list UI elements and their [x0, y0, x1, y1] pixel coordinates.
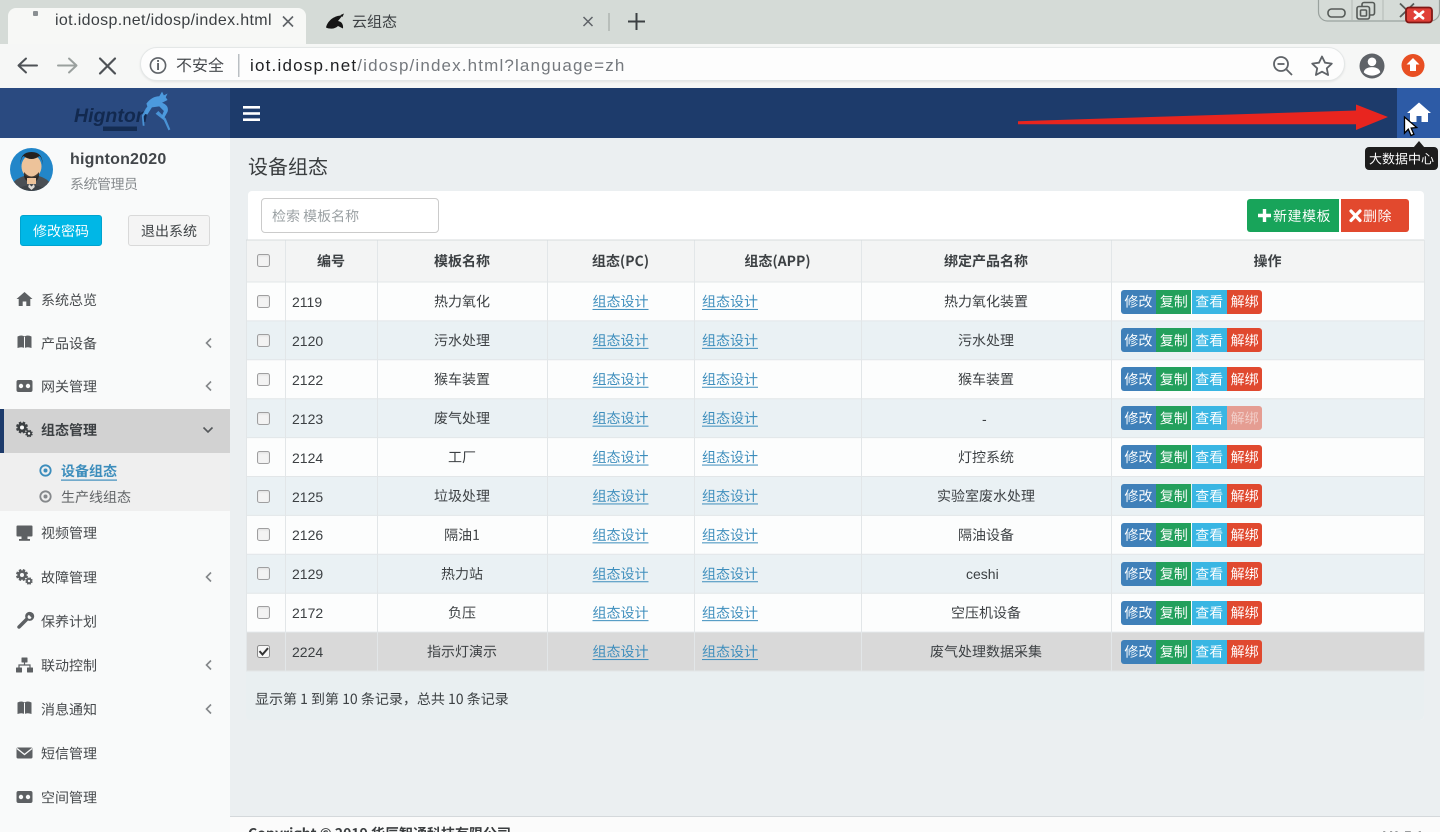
svg-text:Hignton: Hignton: [74, 105, 148, 127]
